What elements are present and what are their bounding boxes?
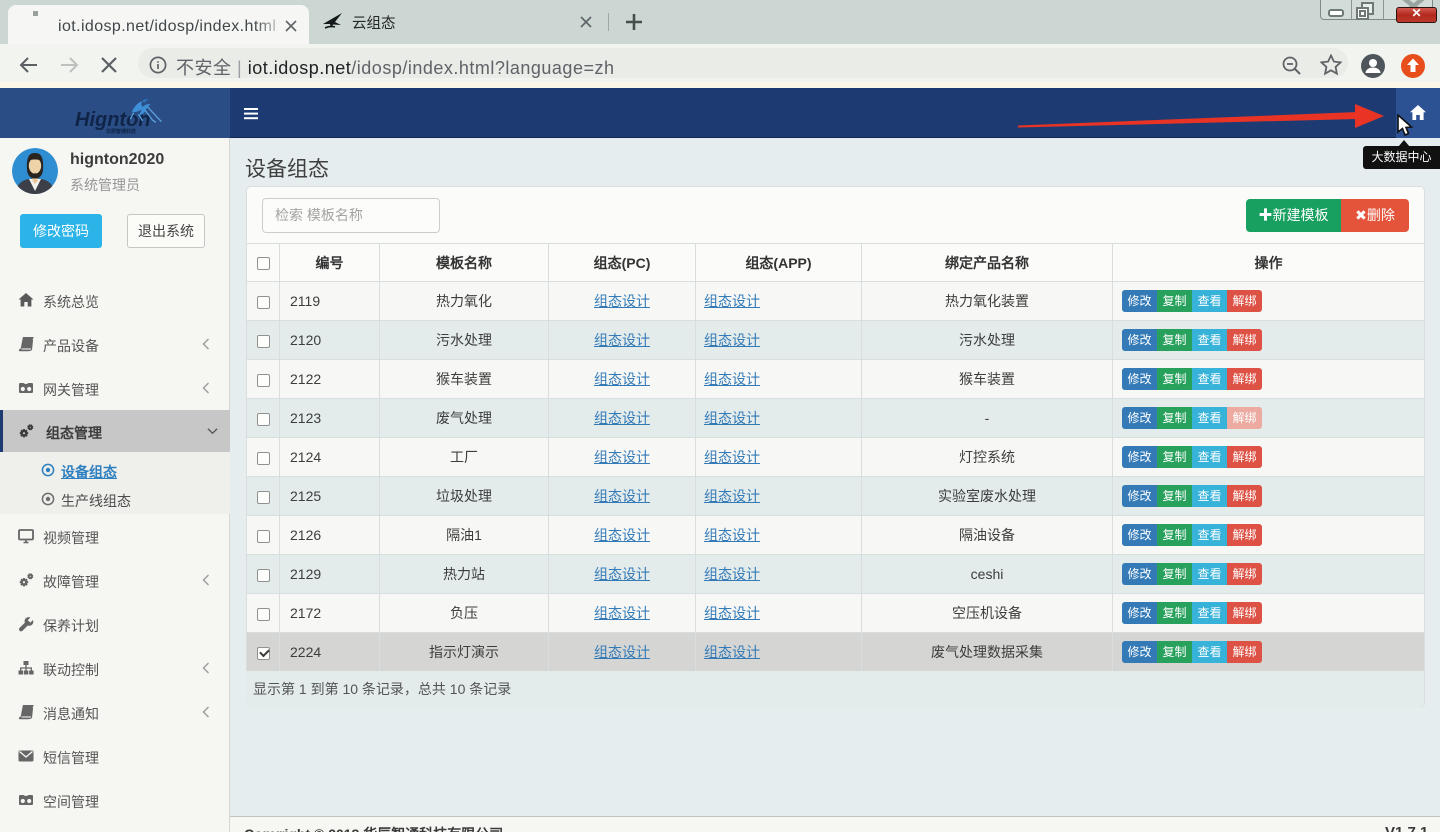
- svg-text:Hignton: Hignton: [75, 109, 151, 131]
- svg-text:华辰智通科技: 华辰智通科技: [106, 128, 137, 135]
